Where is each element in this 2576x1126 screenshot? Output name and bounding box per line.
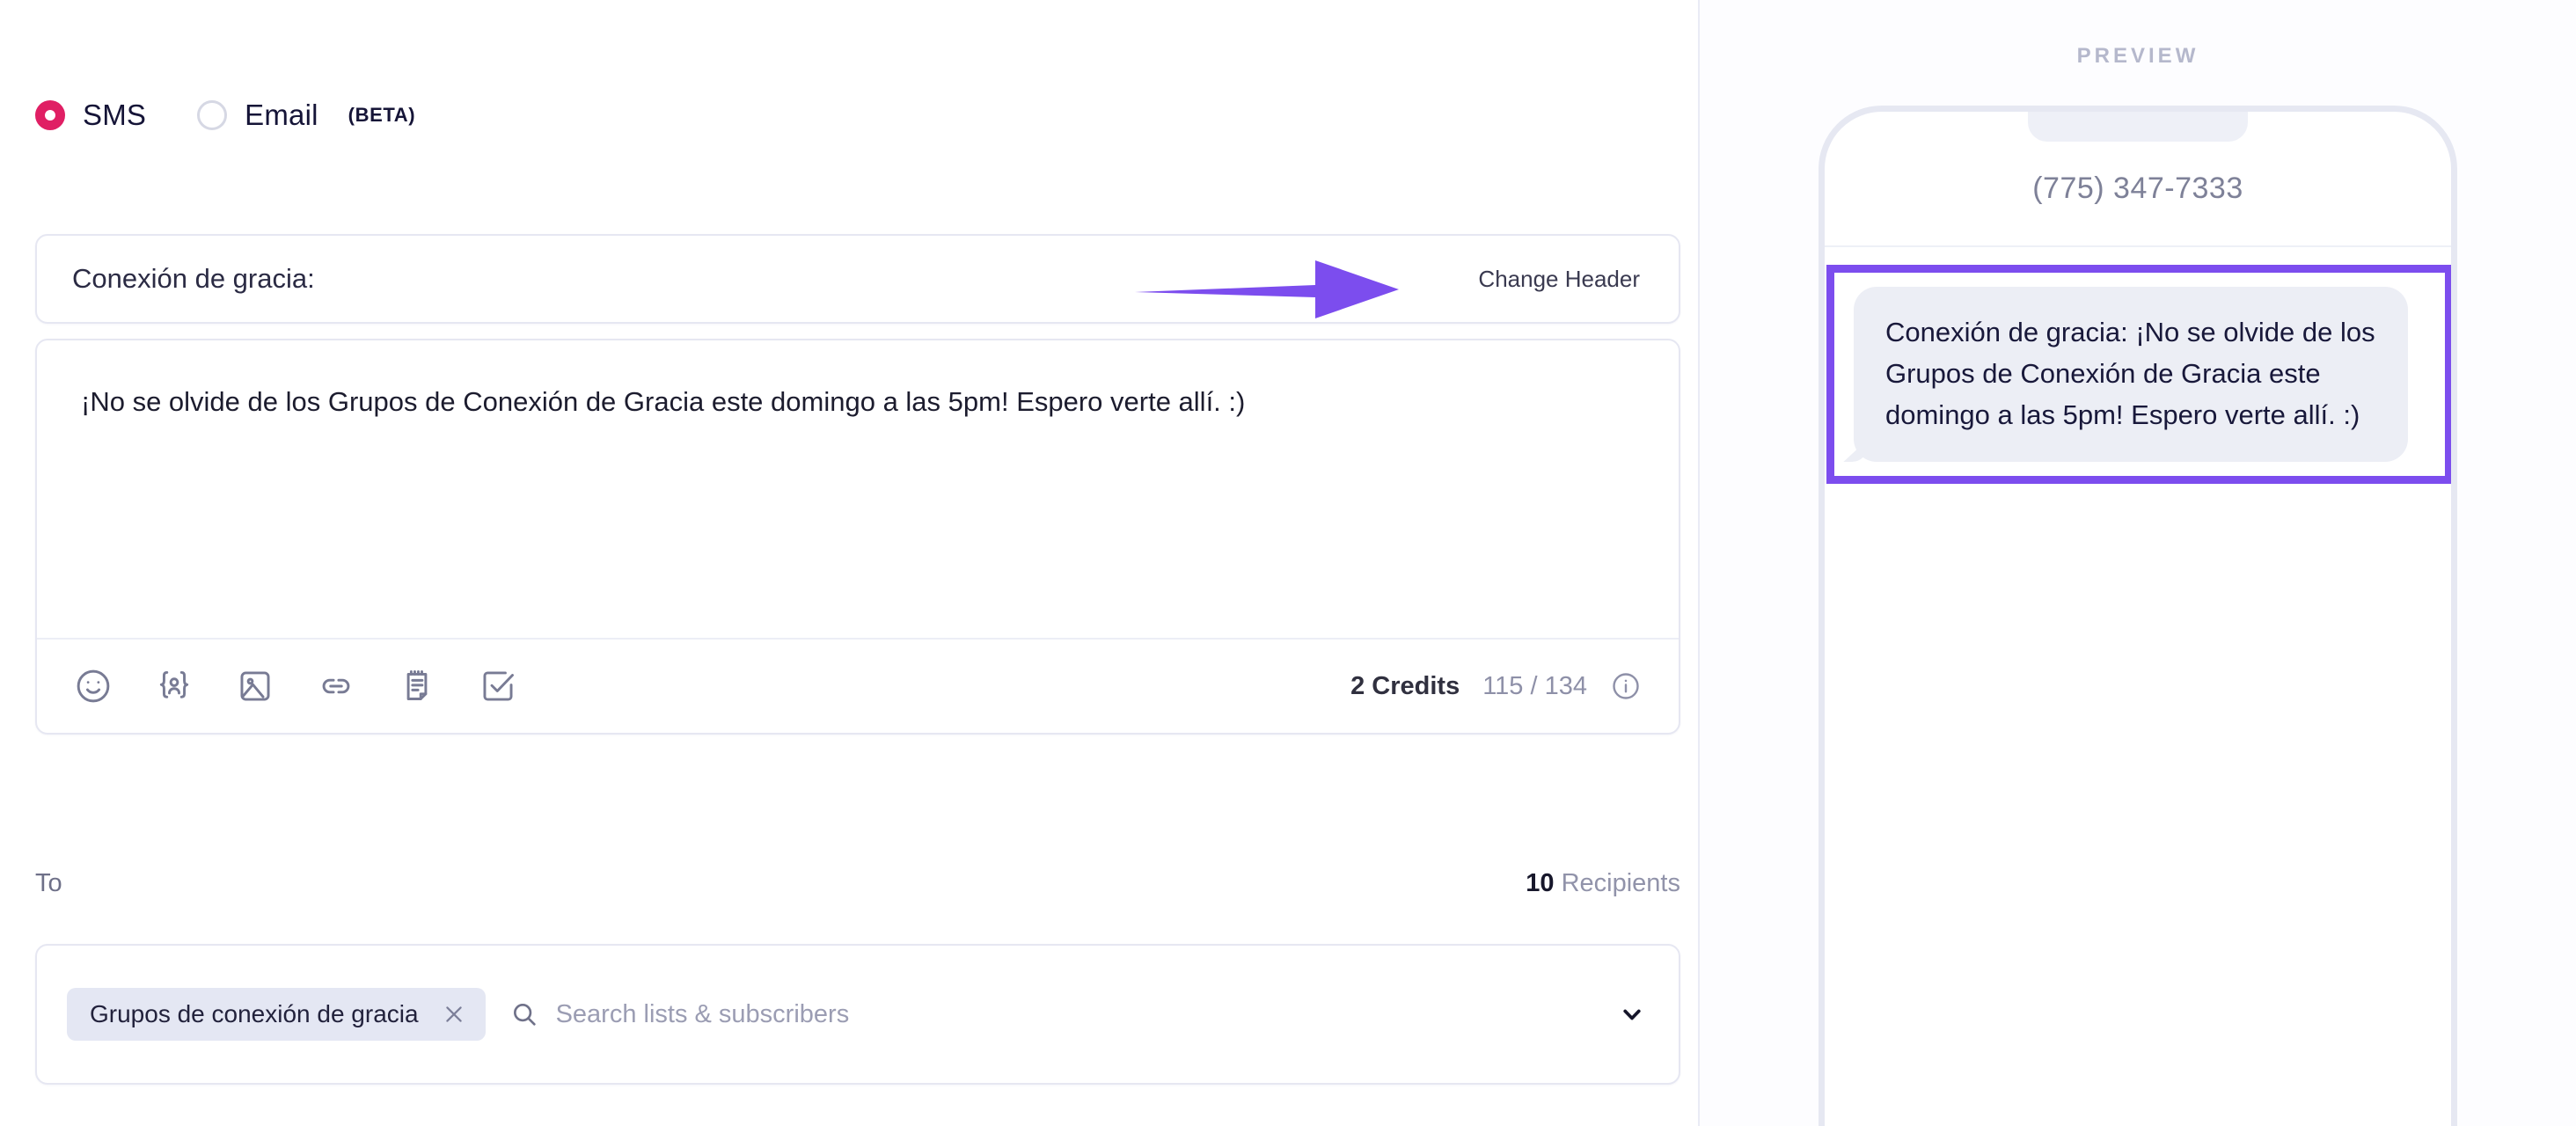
preview-message-text: Conexión de gracia: ¡No se olvide de los… (1885, 317, 2375, 431)
annotation-highlight-box: Conexión de gracia: ¡No se olvide de los… (1826, 265, 2451, 485)
chevron-down-icon[interactable] (1617, 999, 1647, 1029)
emoji-icon[interactable] (74, 667, 113, 706)
image-icon[interactable] (236, 667, 274, 706)
preview-message-bubble: Conexión de gracia: ¡No se olvide de los… (1854, 287, 2408, 463)
personalization-icon[interactable] (155, 667, 194, 706)
recipient-word: Recipients (1561, 869, 1680, 897)
header-field-card[interactable]: Conexión de gracia: Change Header (35, 234, 1680, 324)
search-input[interactable] (555, 999, 1599, 1029)
checklist-icon[interactable] (479, 667, 517, 706)
credits-group: 2 Credits 115 / 134 (1350, 670, 1642, 702)
phone-header-divider (1825, 245, 2451, 247)
link-icon[interactable] (317, 667, 355, 706)
channel-type-group: SMS Email (BETA) (35, 99, 415, 132)
recipient-select-field[interactable]: Grupos de conexión de gracia (35, 944, 1680, 1085)
close-icon[interactable] (442, 1002, 466, 1027)
recipient-search-wrap (510, 999, 1599, 1029)
recipient-chip-label: Grupos de conexión de gracia (90, 1000, 419, 1027)
credits-label: 2 Credits (1350, 671, 1460, 700)
search-icon (510, 1000, 538, 1028)
channel-label-sms: SMS (83, 99, 147, 131)
character-counter: 115 / 134 (1482, 671, 1587, 700)
message-body-text[interactable]: ¡No se olvide de los Grupos de Conexión … (37, 340, 1679, 638)
beta-badge: (BETA) (348, 104, 416, 126)
preview-pane: PREVIEW (775) 347-7333 Conexión de graci… (1700, 0, 2576, 1126)
preview-title: PREVIEW (2076, 44, 2199, 68)
radio-sms[interactable] (35, 100, 65, 130)
to-label: To (35, 869, 62, 897)
radio-email[interactable] (197, 100, 228, 130)
channel-label-email: Email (245, 99, 318, 131)
toolbar-icon-group (74, 667, 517, 706)
header-field-value: Conexión de gracia: (72, 263, 315, 294)
composer-toolbar: 2 Credits 115 / 134 (37, 638, 1679, 733)
recipient-count-display: 10 Recipients (1526, 869, 1680, 898)
composer-pane: SMS Email (BETA) Conexión de gracia: Cha… (0, 0, 1698, 1126)
preview-phone-number: (775) 347-7333 (2032, 172, 2243, 205)
to-row: To 10 Recipients (35, 869, 1680, 898)
recipient-chip[interactable]: Grupos de conexión de gracia (67, 988, 486, 1041)
channel-option-email[interactable]: Email (BETA) (197, 99, 415, 132)
info-icon[interactable] (1610, 670, 1642, 702)
recipient-count: 10 (1526, 869, 1555, 897)
channel-option-sms[interactable]: SMS (35, 99, 146, 132)
message-body-card: ¡No se olvide de los Grupos de Conexión … (35, 339, 1680, 735)
phone-notch (2028, 112, 2248, 142)
template-icon[interactable] (398, 667, 436, 706)
change-header-button[interactable]: Change Header (1475, 260, 1643, 298)
sms-campaign-composer: SMS Email (BETA) Conexión de gracia: Cha… (0, 0, 2576, 1126)
phone-mockup: (775) 347-7333 Conexión de gracia: ¡No s… (1819, 106, 2457, 1126)
